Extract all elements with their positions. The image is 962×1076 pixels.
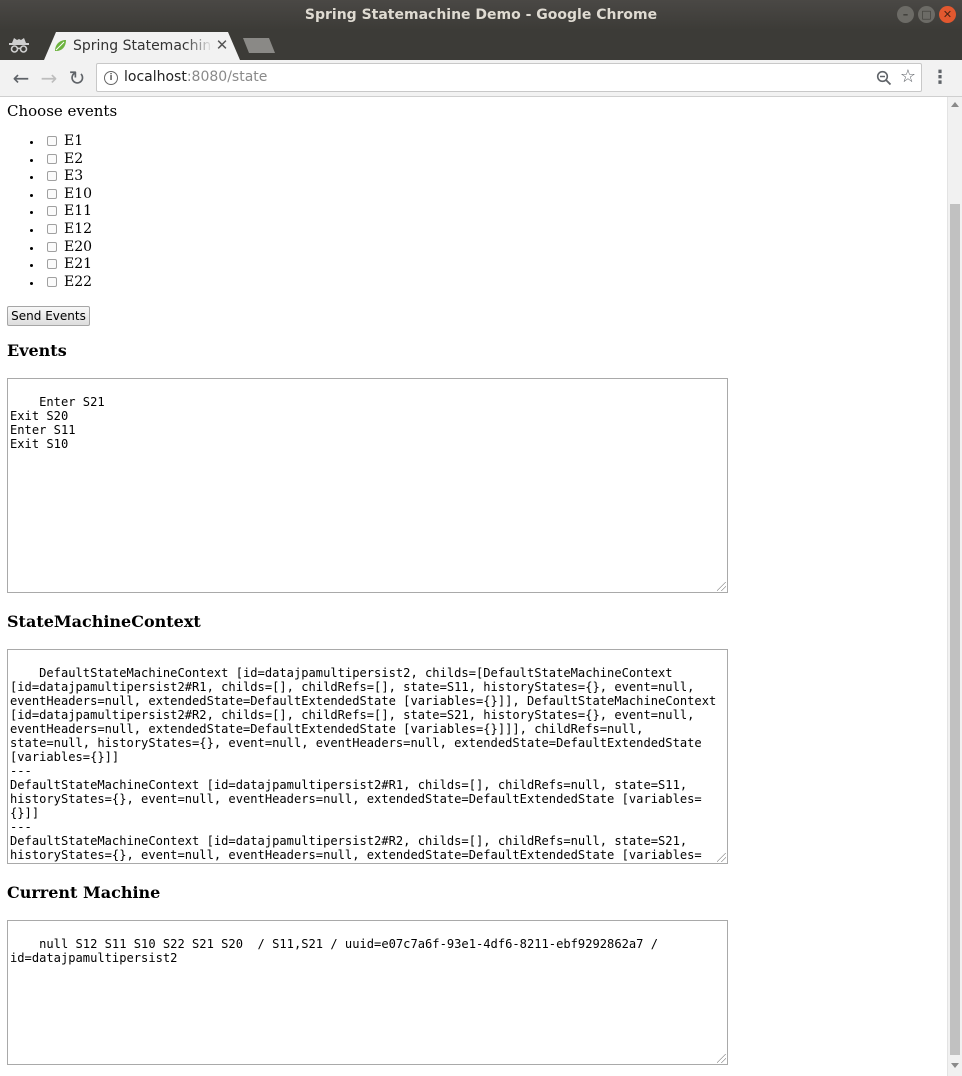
bullet-icon [30, 246, 33, 250]
machine-textarea[interactable]: null S12 S11 S10 S22 S21 S20 / S11,S21 /… [7, 920, 728, 1065]
list-item: E21 [0, 256, 200, 274]
events-list: E1 E2 E3 E10 E11 E12 E20 E21 E22 [0, 133, 200, 291]
address-bar[interactable]: i localhost:8080/state ☆ [96, 63, 922, 92]
bullet-icon [30, 228, 33, 232]
context-heading: StateMachineContext [7, 612, 201, 631]
window-title-bar: Spring Statemachine Demo - Google Chrome… [0, 0, 962, 30]
list-item: E3 [0, 168, 200, 186]
tab-title: Spring Statemachine Demo [73, 38, 213, 54]
tab-close-icon[interactable]: ✕ [214, 36, 230, 54]
forward-button[interactable]: → [37, 66, 61, 90]
page-scrollbar[interactable] [947, 97, 962, 1076]
bullet-icon [30, 281, 33, 285]
events-textarea-content: Enter S21 Exit S20 Enter S11 Exit S10 [10, 395, 105, 451]
event-checkbox-e2[interactable] [47, 153, 57, 164]
event-label: E20 [64, 238, 93, 255]
browser-toolbar: ← → ↻ i localhost:8080/state ☆ ⋮ [0, 60, 962, 97]
url-path: :8080/state [186, 69, 268, 85]
event-checkbox-e22[interactable] [47, 276, 57, 287]
list-item: E12 [0, 221, 200, 239]
tab-strip: Spring Statemachine Demo ✕ [0, 30, 962, 60]
send-events-button[interactable]: Send Events [7, 306, 90, 326]
event-label: E10 [64, 185, 93, 202]
url-text[interactable]: localhost:8080/state [124, 69, 267, 85]
page-viewport: Choose events E1 E2 E3 E10 E11 E12 E20 E… [0, 97, 947, 1076]
event-checkbox-e1[interactable] [47, 136, 57, 146]
tab-spring-statemachine-demo[interactable]: Spring Statemachine Demo ✕ [44, 32, 240, 60]
context-textarea-content: DefaultStateMachineContext [id=datajpamu… [10, 666, 717, 863]
bookmark-star-icon[interactable]: ☆ [898, 66, 918, 88]
minimize-button[interactable]: – [897, 6, 914, 23]
machine-textarea-content: null S12 S11 S10 S22 S21 S20 / S11,S21 /… [10, 937, 666, 965]
bullet-icon [30, 158, 33, 162]
choose-events-label: Choose events [7, 102, 118, 120]
resize-grip-icon[interactable] [717, 853, 726, 862]
event-label: E11 [64, 203, 93, 220]
spring-leaf-icon [55, 40, 66, 51]
browser-menu-icon[interactable]: ⋮ [930, 68, 950, 90]
bullet-icon [30, 176, 33, 180]
events-heading: Events [7, 341, 67, 360]
event-checkbox-e12[interactable] [47, 223, 57, 234]
event-checkbox-e20[interactable] [47, 241, 57, 252]
reload-button[interactable]: ↻ [65, 66, 89, 90]
bullet-icon [30, 211, 33, 215]
scrollbar-thumb[interactable] [950, 204, 960, 1055]
event-checkbox-e11[interactable] [47, 206, 57, 217]
bullet-icon [30, 193, 33, 197]
new-tab-button[interactable] [243, 38, 275, 53]
event-label: E1 [64, 133, 84, 149]
event-label: E2 [64, 150, 84, 167]
window-title: Spring Statemachine Demo - Google Chrome [304, 7, 658, 23]
event-checkbox-e10[interactable] [47, 188, 57, 199]
list-item: E11 [0, 203, 200, 221]
list-item: E22 [0, 274, 200, 292]
window-controls: – □ ✕ [897, 6, 956, 23]
list-item: E20 [0, 239, 200, 257]
site-info-icon[interactable]: i [104, 71, 118, 85]
back-button[interactable]: ← [9, 66, 33, 90]
context-textarea[interactable]: DefaultStateMachineContext [id=datajpamu… [7, 649, 728, 864]
scroll-up-icon[interactable] [951, 102, 959, 107]
list-item: E2 [0, 151, 200, 169]
resize-grip-icon[interactable] [717, 1054, 726, 1063]
event-label: E21 [64, 256, 93, 273]
event-label: E3 [64, 168, 84, 185]
resize-grip-icon[interactable] [717, 582, 726, 591]
incognito-icon [9, 38, 29, 53]
zoom-icon[interactable] [876, 70, 892, 86]
event-checkbox-e3[interactable] [47, 171, 57, 182]
bullet-icon [30, 264, 33, 268]
list-item: E1 [0, 133, 200, 151]
list-item: E10 [0, 186, 200, 204]
event-label: E22 [64, 273, 93, 290]
events-textarea[interactable]: Enter S21 Exit S20 Enter S11 Exit S10 [7, 378, 728, 593]
url-host: localhost [124, 69, 187, 85]
scroll-down-icon[interactable] [951, 1063, 959, 1068]
bullet-icon [30, 141, 33, 144]
maximize-button[interactable]: □ [918, 6, 935, 23]
machine-heading: Current Machine [7, 883, 161, 902]
close-window-button[interactable]: ✕ [939, 6, 956, 23]
event-label: E12 [64, 220, 93, 237]
event-checkbox-e21[interactable] [47, 259, 57, 270]
